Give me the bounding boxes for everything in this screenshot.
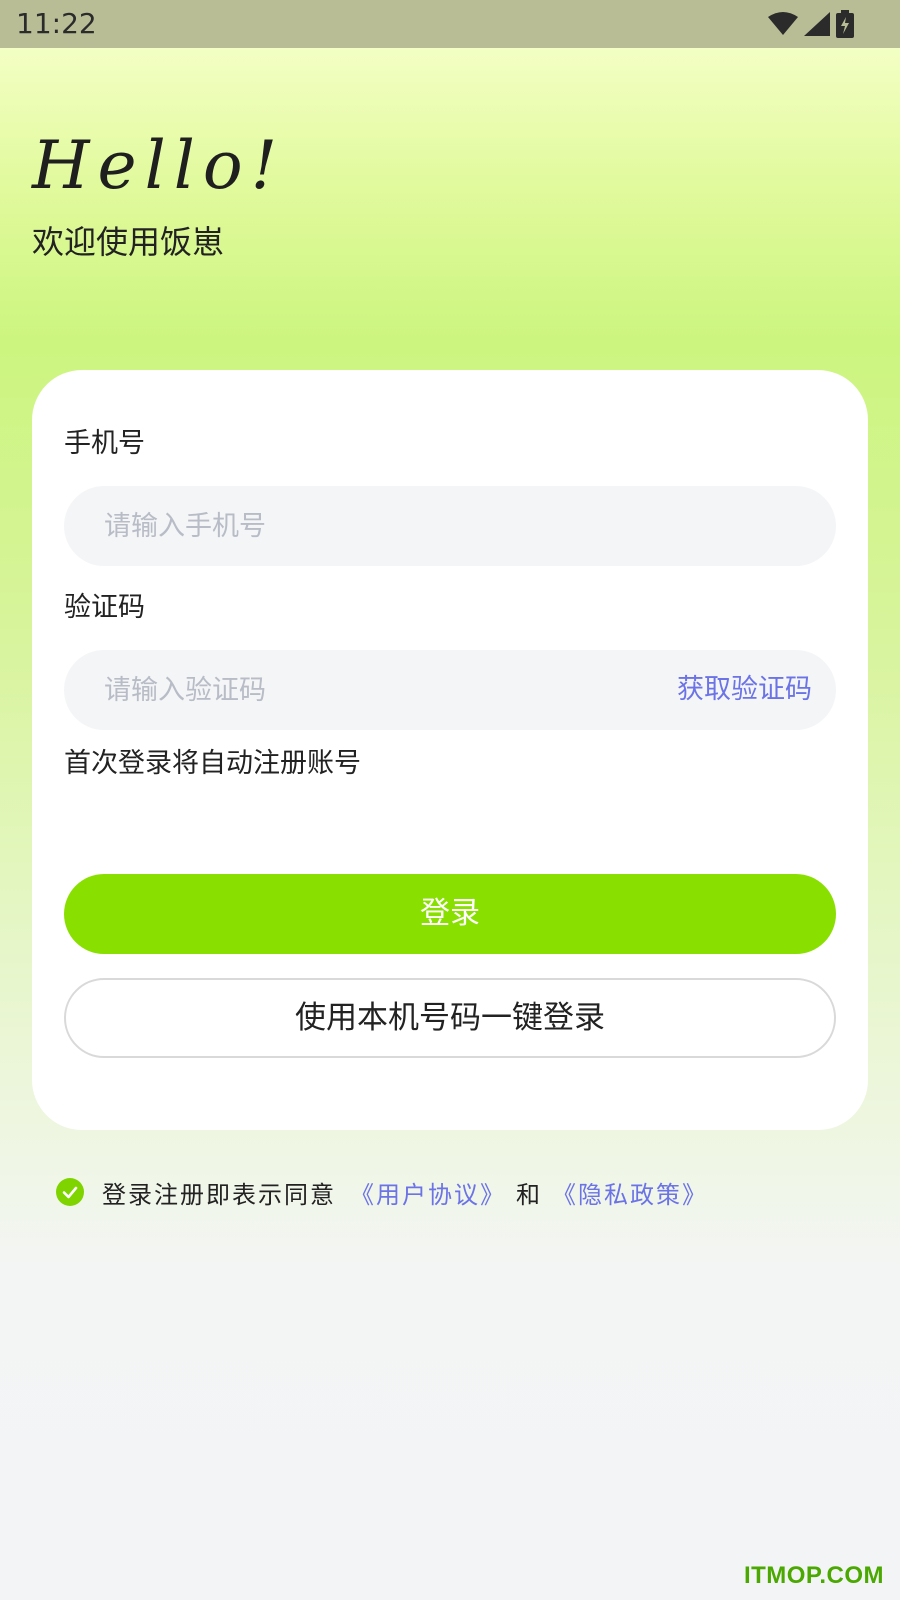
battery-charging-icon	[836, 10, 854, 38]
agreement-and: 和	[516, 1180, 542, 1209]
login-button[interactable]: 登录	[64, 874, 836, 954]
login-card: 手机号 验证码 获取验证码 首次登录将自动注册账号 登录 使用本机号码一键登录	[32, 370, 868, 1130]
auto-register-note: 首次登录将自动注册账号	[64, 748, 361, 779]
get-code-button[interactable]: 获取验证码	[677, 650, 812, 730]
hello-greeting: Hello!	[32, 127, 286, 204]
status-bar: 11:22	[0, 0, 900, 48]
signal-icon	[804, 12, 830, 36]
code-input-container: 获取验证码	[64, 650, 836, 730]
wifi-icon	[768, 12, 798, 36]
one-key-login-button[interactable]: 使用本机号码一键登录	[64, 978, 836, 1058]
code-label: 验证码	[64, 592, 145, 623]
status-time: 11:22	[16, 7, 97, 40]
agreement-row: 登录注册即表示同意 《用户协议》 和 《隐私政策》	[56, 1172, 708, 1212]
agreement-prefix: 登录注册即表示同意	[102, 1180, 336, 1209]
watermark: ITMOP.COM	[743, 1562, 884, 1589]
status-icons	[768, 8, 854, 40]
user-agreement-link[interactable]: 《用户协议》	[350, 1175, 506, 1210]
welcome-text: 欢迎使用饭崽	[32, 223, 225, 261]
phone-input[interactable]	[104, 486, 604, 566]
privacy-policy-link[interactable]: 《隐私政策》	[552, 1175, 708, 1210]
agreement-check-icon[interactable]	[56, 1178, 84, 1206]
phone-input-container	[64, 486, 836, 566]
code-input[interactable]	[104, 650, 604, 730]
phone-label: 手机号	[64, 428, 145, 459]
